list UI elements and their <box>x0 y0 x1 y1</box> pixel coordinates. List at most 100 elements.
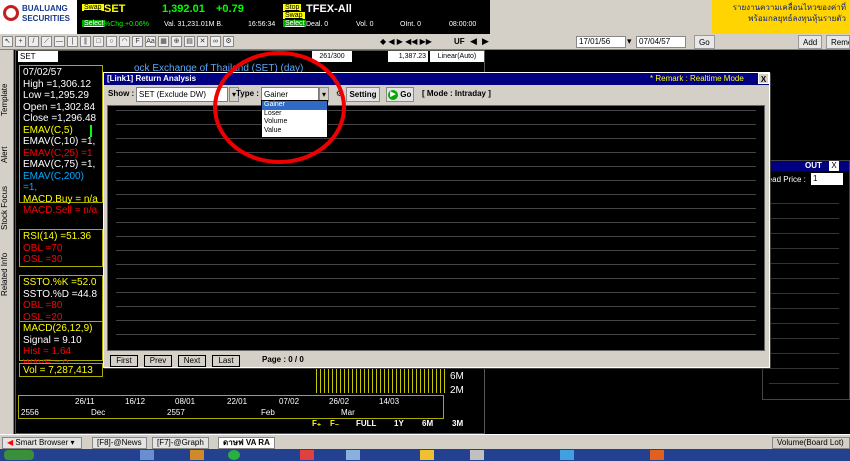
go-button[interactable]: ▶ Go <box>386 87 414 102</box>
emav25-value: EMAV(C,25) =1 <box>23 147 93 159</box>
broker-subname: SECURITIES <box>22 14 71 23</box>
period-1y[interactable]: 1Y <box>394 419 404 428</box>
period-6m[interactable]: 6M <box>422 419 433 428</box>
date-to-input[interactable]: 07/04/57 <box>636 36 686 48</box>
promo-banner[interactable]: รายงานความเคลื่อนไหวของค่าที่ พร้อมกลยุท… <box>712 0 850 34</box>
taskbar-app-icon[interactable] <box>300 450 314 460</box>
first-page-button[interactable]: First <box>110 355 138 367</box>
tab-alert[interactable]: Alert <box>0 140 14 170</box>
last-page-button[interactable]: Last <box>212 355 240 367</box>
ray-icon[interactable]: ⟋ <box>41 36 52 47</box>
emav5-value: EMAV(C,5) <box>23 124 73 136</box>
arc-icon[interactable]: ◠ <box>119 36 130 47</box>
spread-price-label: read Price : <box>765 175 806 184</box>
taskbar-app-icon[interactable] <box>420 450 434 460</box>
taskbar-app-icon[interactable] <box>470 450 484 460</box>
period-3m[interactable]: 3M <box>452 419 463 428</box>
hline-icon[interactable]: — <box>54 36 65 47</box>
grid-icon[interactable]: ▦ <box>158 36 169 47</box>
rectangle-icon[interactable]: □ <box>93 36 104 47</box>
arrow-icon: ◀ <box>7 438 14 447</box>
zoom-in-icon[interactable]: F₊ <box>312 419 321 428</box>
taskbar-app-icon[interactable] <box>140 450 154 460</box>
zoom-out-icon[interactable]: F₋ <box>330 419 339 428</box>
text-icon[interactable]: Aa <box>145 36 156 47</box>
scale-mode[interactable]: Linear(Auto) <box>430 51 484 62</box>
ssto-k-value: SSTO.%K =52.0 <box>23 277 97 288</box>
stop-button[interactable]: Stop <box>283 4 302 11</box>
channel-icon[interactable]: ∥ <box>80 36 91 47</box>
emav75-value: EMAV(C,75) =1, <box>23 159 96 170</box>
swap-button-2[interactable]: Swap <box>283 12 305 19</box>
taskbar-app-icon[interactable] <box>650 450 664 460</box>
tab-va-ra[interactable]: ดาษฟ VA RA <box>218 437 275 449</box>
tab-related-info[interactable]: Related Info <box>0 246 14 302</box>
fibo-icon[interactable]: F <box>132 36 143 47</box>
tab-graph[interactable]: [F7]-@Graph <box>152 437 209 449</box>
chart-type-icon[interactable]: ▤ <box>184 36 195 47</box>
taskbar-app-icon[interactable] <box>228 450 240 460</box>
dialog-close-button[interactable]: X <box>758 73 769 84</box>
swap-button[interactable]: Swap <box>82 4 104 11</box>
delete-icon[interactable]: ✕ <box>197 36 208 47</box>
side-tab-strip: Template Alert Stock Focus Related Info <box>0 50 14 434</box>
vline-icon[interactable]: | <box>67 36 78 47</box>
start-button[interactable] <box>4 450 34 460</box>
results-grid-lines <box>116 110 756 348</box>
uf-button[interactable]: UF <box>454 37 465 46</box>
right-arrow-icon[interactable]: ▶ <box>482 36 489 47</box>
high-value: High =1,306.12 <box>23 78 92 90</box>
next-page-button[interactable]: Next <box>178 355 206 367</box>
taskbar-app-icon[interactable] <box>346 450 360 460</box>
date-from-input[interactable]: 17/01/56 <box>576 36 626 48</box>
close-icon[interactable]: X <box>829 161 839 171</box>
taskbar-app-icon[interactable] <box>190 450 204 460</box>
nav-arrows[interactable]: ◆ ◀ ▶ ◀◀ ▶▶ <box>380 37 432 46</box>
ellipse-icon[interactable]: ○ <box>106 36 117 47</box>
traded-value: Val. 31,231.01M B. <box>164 21 224 28</box>
left-arrow-icon[interactable]: ◀ <box>470 36 477 47</box>
ssto-indicator-box: SSTO.%K =52.0 SSTO.%D =44.8 OBL =80 OSL … <box>19 275 103 323</box>
rsi-osl: OSL =30 <box>23 254 63 265</box>
line-icon[interactable]: / <box>28 36 39 47</box>
link-icon[interactable]: ∞ <box>210 36 221 47</box>
select-button-2[interactable]: Select <box>283 20 307 27</box>
x-month-label: Mar <box>341 408 355 417</box>
cross-icon[interactable]: + <box>15 36 26 47</box>
results-grid[interactable] <box>107 105 765 351</box>
x-month-label: Dec <box>91 408 106 417</box>
add-button[interactable]: Add <box>798 35 823 49</box>
zoom-icon[interactable]: ⊕ <box>171 36 182 47</box>
prev-page-button[interactable]: Prev <box>144 355 172 367</box>
realtime-remark: * Remark : Realtime Mode <box>650 74 744 83</box>
quote-bar: BUALUANG SECURITIES Swap Select SET 1,39… <box>0 0 850 34</box>
logo-mark-icon <box>3 5 19 21</box>
chart-toolbar: ↖ + / ⟋ — | ∥ □ ○ ◠ F Aa ▦ ⊕ ▤ ✕ ∞ ⚙ ◆ ◀ ▶ ◀◀ ▶▶ UF ◀ ▶ 1… <box>0 34 850 50</box>
dialog-title-bar[interactable]: [Link1] Return Analysis * Remark : Realt… <box>104 73 769 85</box>
tfex-time: 08:00:00 <box>449 21 477 28</box>
rsi-value: RSI(14) =51.36 <box>23 231 92 242</box>
rsi-indicator-box: RSI(14) =51.36 OBL =70 OSL =30 <box>19 229 103 267</box>
date-go-button[interactable]: Go <box>694 35 715 49</box>
spread-price-input[interactable]: 1 <box>811 173 843 185</box>
smart-browser-button[interactable]: ◀ Smart Browser ▾ <box>2 437 82 449</box>
tab-news[interactable]: [F8]-@News <box>92 437 147 449</box>
remove-button[interactable]: Remo <box>826 35 850 49</box>
hist-value: Hist = 1.64 <box>23 346 72 357</box>
select-button[interactable]: Select <box>82 20 106 27</box>
mode-text: [ Mode : Intraday ] <box>422 89 491 98</box>
x-date-label: 08/01 <box>175 397 196 406</box>
taskbar-app-icon[interactable] <box>560 450 574 460</box>
rsi-obl: OBL =70 <box>23 242 63 254</box>
setting-button[interactable]: Setting <box>346 87 380 102</box>
pointer-icon[interactable]: ↖ <box>2 36 13 47</box>
volume-axis-6m: 6M <box>450 371 464 382</box>
tab-template[interactable]: Template <box>0 72 14 128</box>
settings-icon[interactable]: ⚙ <box>223 36 234 47</box>
chart-symbol-input[interactable]: SET <box>18 51 58 62</box>
date-from-dropdown-icon[interactable]: ▾ <box>627 36 632 47</box>
period-full[interactable]: FULL <box>356 419 376 428</box>
symbol: SET <box>104 3 126 15</box>
tab-stock-focus[interactable]: Stock Focus <box>0 180 14 236</box>
macd-indicator-box: MACD(26,12,9) Signal = 9.10 Hist = 1.64 … <box>19 321 103 369</box>
